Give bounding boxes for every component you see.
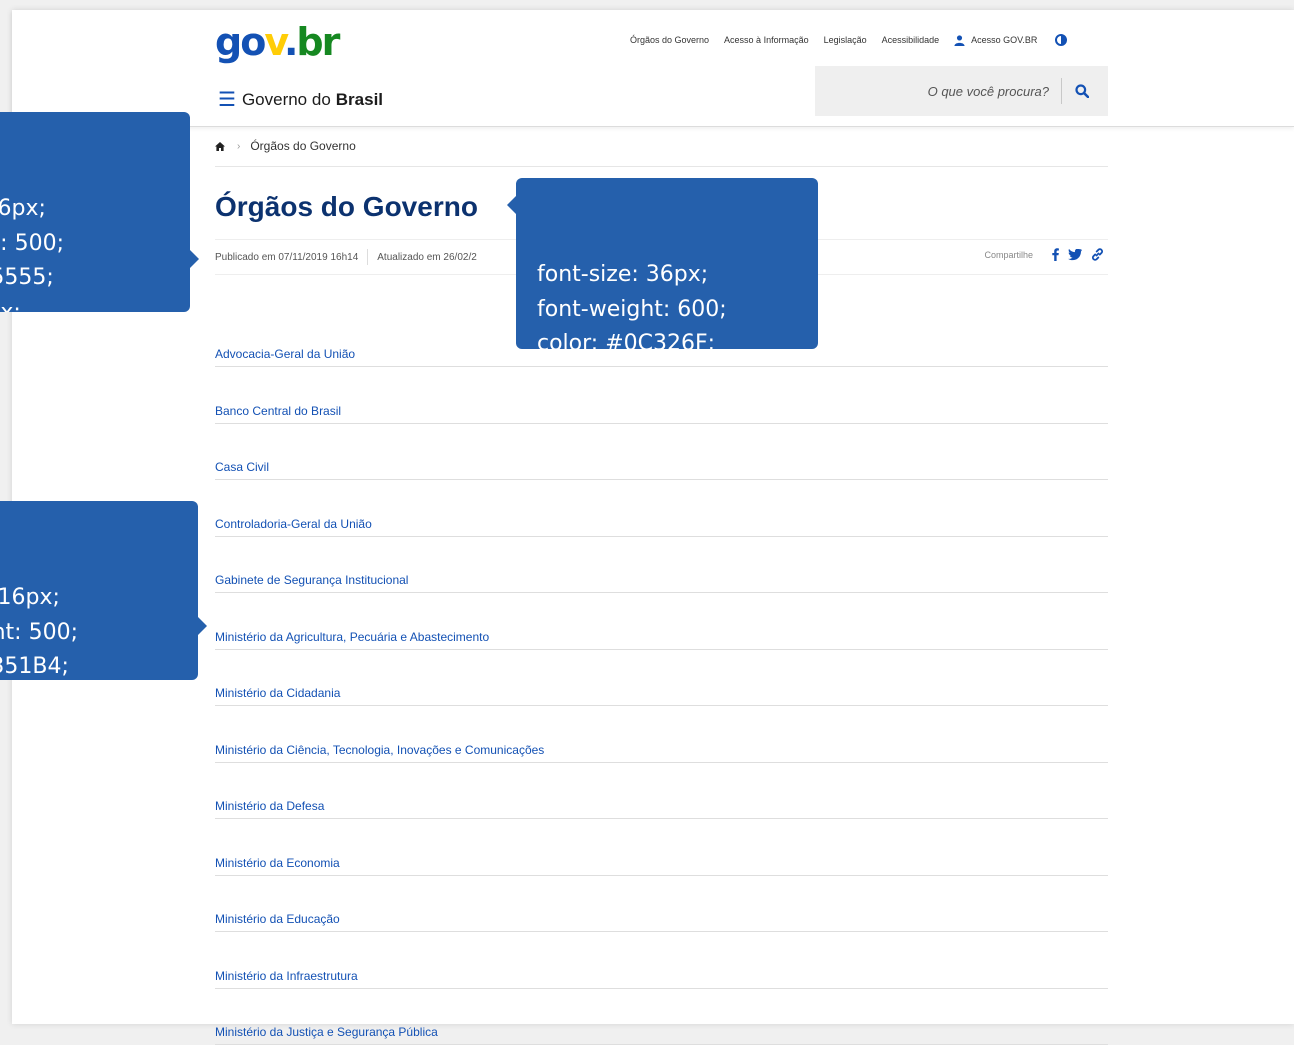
search-box — [815, 66, 1108, 116]
annotation-title-style: font-size: 36px; font-weight: 600; color… — [516, 178, 818, 349]
organs-list: Advocacia-Geral da União Banco Central d… — [215, 321, 1108, 1045]
top-link-legislacao[interactable]: Legislação — [824, 35, 867, 45]
list-item[interactable]: Ministério da Educação — [215, 876, 1108, 933]
list-item[interactable]: Ministério da Justiça e Segurança Públic… — [215, 989, 1108, 1045]
menu-label-prefix: Governo do — [242, 90, 331, 110]
govbr-access-label: Acesso GOV.BR — [971, 35, 1037, 45]
list-item[interactable]: Ministério da Defesa — [215, 763, 1108, 820]
contrast-icon[interactable] — [1055, 34, 1067, 46]
annotation-title-pointer — [507, 196, 516, 214]
search-icon — [1075, 84, 1089, 98]
updated-date: Atualizado em 26/02/2 — [377, 252, 477, 263]
published-date: Publicado em 07/11/2019 16h14 — [215, 252, 358, 263]
top-links: Órgãos do Governo Acesso à Informação Le… — [630, 34, 1067, 46]
user-icon — [954, 35, 965, 46]
list-item[interactable]: Ministério da Ciência, Tecnologia, Inova… — [215, 706, 1108, 763]
meta-divider — [367, 249, 368, 265]
list-item[interactable]: Controladoria-Geral da União — [215, 480, 1108, 537]
top-link-acessibilidade[interactable]: Acessibilidade — [882, 35, 940, 45]
top-link-acesso-informacao[interactable]: Acesso à Informação — [724, 35, 809, 45]
logo-part-v: v — [264, 20, 284, 64]
chevron-right-icon: › — [237, 141, 240, 152]
facebook-icon[interactable] — [1052, 248, 1059, 261]
annotation-title-style-text: font-size: 36px; font-weight: 600; color… — [537, 258, 804, 349]
page: gov.br Órgãos do Governo Acesso à Inform… — [12, 10, 1294, 1024]
search-button[interactable] — [1062, 66, 1102, 116]
govbr-logo[interactable]: gov.br — [215, 20, 338, 64]
annotation-meta-style: ze: 16px; eight: 500; #555555; : 12px; m… — [0, 112, 190, 312]
logo-part-br: br — [296, 20, 338, 64]
list-item[interactable]: Gabinete de Segurança Institucional — [215, 537, 1108, 594]
annotation-meta-style-text: ze: 16px; eight: 500; #555555; : 12px; m… — [0, 192, 176, 312]
home-icon[interactable] — [215, 142, 225, 151]
annotation-link-pointer — [198, 617, 207, 635]
breadcrumb-current: Órgãos do Governo — [250, 139, 355, 153]
share-label: Compartilhe — [984, 250, 1033, 260]
list-item[interactable]: Ministério da Infraestrutura — [215, 932, 1108, 989]
annotation-meta-pointer — [190, 250, 199, 268]
list-item[interactable]: Ministério da Cidadania — [215, 650, 1108, 707]
share-bar: Compartilhe — [984, 248, 1104, 261]
top-link-orgaos[interactable]: Órgãos do Governo — [630, 35, 709, 45]
search-input[interactable] — [827, 84, 1049, 99]
logo-part-go: go — [215, 20, 264, 64]
logo-part-dot: . — [284, 20, 296, 64]
list-item[interactable]: Banco Central do Brasil — [215, 367, 1108, 424]
main-menu-button[interactable]: ☰ Governo do Brasil — [218, 90, 383, 110]
site-header: gov.br Órgãos do Governo Acesso à Inform… — [12, 10, 1294, 127]
hamburger-icon: ☰ — [218, 91, 236, 109]
list-item[interactable]: Ministério da Economia — [215, 819, 1108, 876]
list-item[interactable]: Ministério da Agricultura, Pecuária e Ab… — [215, 593, 1108, 650]
annotation-link-style-text: ze: 16px; eight: 500; #1351B4; amily: ra… — [0, 581, 184, 680]
link-icon[interactable] — [1091, 248, 1104, 261]
menu-label-bold: Brasil — [336, 90, 383, 110]
breadcrumb: › Órgãos do Governo — [215, 126, 1108, 167]
twitter-icon[interactable] — [1068, 249, 1082, 261]
govbr-access-button[interactable]: Acesso GOV.BR — [954, 35, 1037, 46]
list-item[interactable]: Casa Civil — [215, 424, 1108, 481]
annotation-link-style: ze: 16px; eight: 500; #1351B4; amily: ra… — [0, 501, 198, 680]
